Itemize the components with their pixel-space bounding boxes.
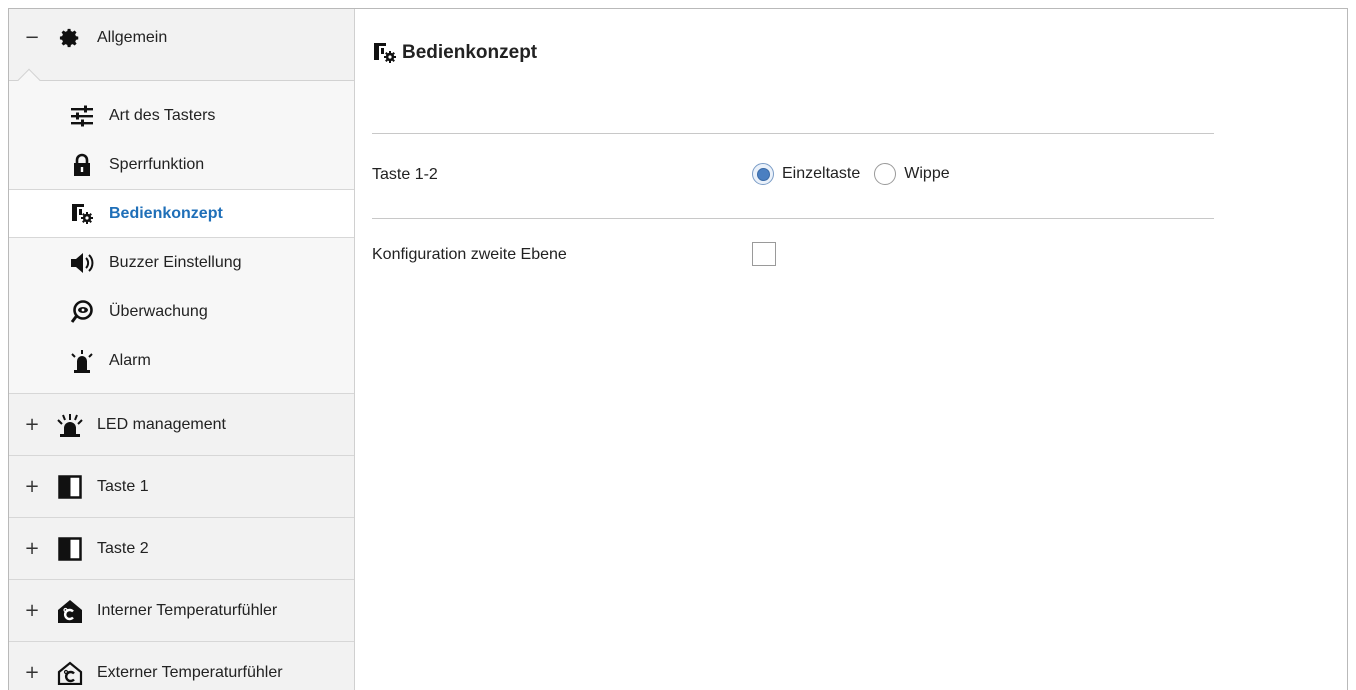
speaker-icon xyxy=(67,251,97,275)
group-allgemein[interactable]: − Allgemein xyxy=(9,9,354,92)
divider xyxy=(372,218,1214,219)
gear-icon xyxy=(55,26,85,50)
half-square-icon xyxy=(55,474,85,499)
half-square-icon xyxy=(55,536,85,561)
expand-toggle[interactable]: + xyxy=(9,600,55,621)
expand-toggle[interactable]: + xyxy=(9,476,55,497)
radio-einzeltaste[interactable]: Einzeltaste xyxy=(752,163,860,185)
expand-toggle[interactable]: + xyxy=(9,414,55,435)
group-externer-temperaturfuehler[interactable]: + Externer Temperaturfühler xyxy=(9,642,354,690)
app-window: − Allgemein Art des Tasters Sperrfunktio… xyxy=(8,8,1348,690)
checkbox-konfiguration-zweite-ebene[interactable] xyxy=(752,242,776,266)
sidebar-item-ueberwachung[interactable]: Überwachung xyxy=(9,287,354,336)
collapse-toggle[interactable]: − xyxy=(9,27,55,48)
radio-group-taste-1-2: Einzeltaste Wippe xyxy=(752,163,964,185)
radio-label: Wippe xyxy=(904,165,950,182)
sidebar-item-alarm[interactable]: Alarm xyxy=(9,336,354,385)
sub-list-allgemein: Art des Tasters Sperrfunktion Bedienkonz… xyxy=(9,81,354,394)
divider xyxy=(372,133,1214,134)
group-led-management[interactable]: + LED management xyxy=(9,394,354,456)
group-taste-2[interactable]: + Taste 2 xyxy=(9,518,354,580)
sidebar-item-sperrfunktion[interactable]: Sperrfunktion xyxy=(9,140,354,189)
sliders-icon xyxy=(67,104,97,128)
radio-circle[interactable] xyxy=(874,163,897,185)
group-label: Allgemein xyxy=(97,28,168,46)
group-label: Externer Temperaturfühler xyxy=(97,663,283,681)
group-label: Taste 1 xyxy=(97,477,149,495)
page-title: Bedienkonzept xyxy=(372,41,537,65)
group-taste-1[interactable]: + Taste 1 xyxy=(9,456,354,518)
sidebar-item-label: Bedienkonzept xyxy=(109,204,223,222)
sidebar-item-bedienkonzept[interactable]: Bedienkonzept xyxy=(9,189,354,238)
expand-toggle[interactable]: + xyxy=(9,662,55,683)
sidebar-item-label: Alarm xyxy=(109,351,151,369)
main-panel: Bedienkonzept Taste 1-2 Einzeltaste Wipp… xyxy=(356,9,1347,690)
radio-label: Einzeltaste xyxy=(782,165,861,182)
sidebar: − Allgemein Art des Tasters Sperrfunktio… xyxy=(9,9,355,690)
lock-icon xyxy=(67,153,97,177)
group-label: Interner Temperaturfühler xyxy=(97,601,278,619)
button-gear-icon xyxy=(372,41,400,65)
house-temperature-icon xyxy=(55,599,85,623)
group-label: Taste 2 xyxy=(97,539,149,557)
sidebar-item-art-des-tasters[interactable]: Art des Tasters xyxy=(9,91,354,140)
radio-wippe[interactable]: Wippe xyxy=(874,163,950,185)
page-title-text: Bedienkonzept xyxy=(402,42,538,63)
radio-circle-checked[interactable] xyxy=(752,163,774,185)
monitor-eye-icon xyxy=(67,299,97,324)
setting-label-konfiguration-zweite-ebene: Konfiguration zweite Ebene xyxy=(372,246,567,263)
alarm-light-icon xyxy=(67,349,97,373)
sidebar-item-label: Sperrfunktion xyxy=(109,155,205,173)
sidebar-item-label: Überwachung xyxy=(109,302,208,320)
sidebar-item-label: Buzzer Einstellung xyxy=(109,253,242,271)
expand-toggle[interactable]: + xyxy=(9,538,55,559)
house-temperature-outline-icon xyxy=(55,661,85,685)
group-interner-temperaturfuehler[interactable]: + Interner Temperaturfühler xyxy=(9,580,354,642)
led-icon xyxy=(55,413,85,437)
button-gear-icon xyxy=(67,202,97,226)
sidebar-item-buzzer-einstellung[interactable]: Buzzer Einstellung xyxy=(9,238,354,287)
sidebar-item-label: Art des Tasters xyxy=(109,106,216,124)
setting-label-taste-1-2: Taste 1-2 xyxy=(372,166,438,183)
group-label: LED management xyxy=(97,415,226,433)
